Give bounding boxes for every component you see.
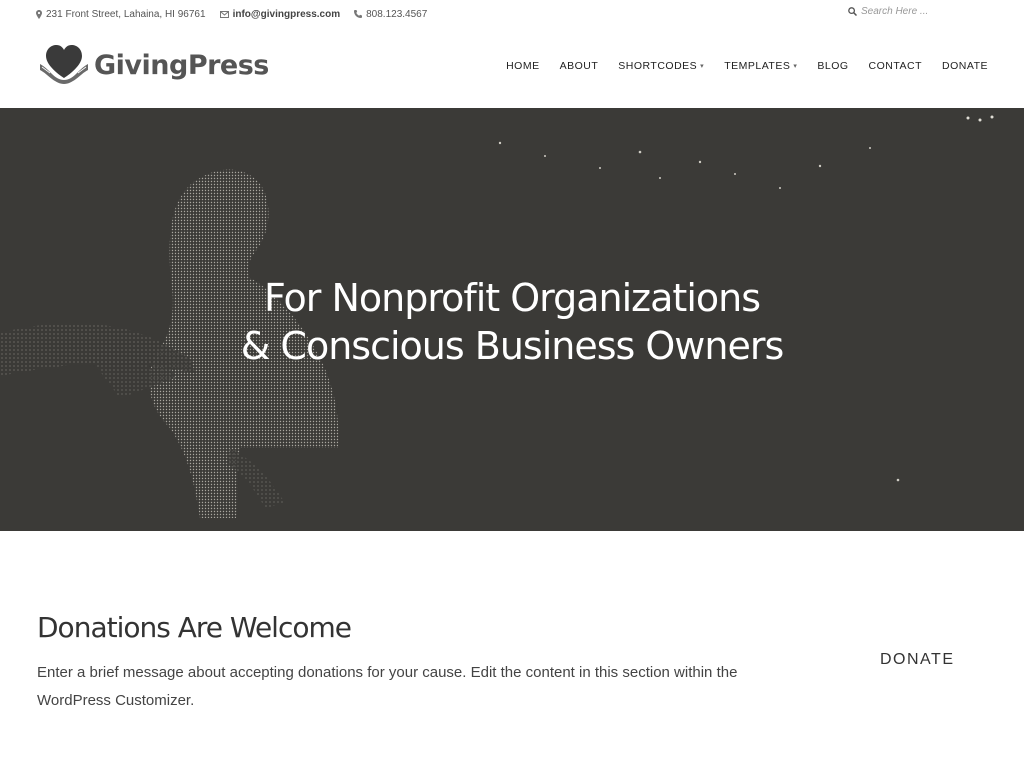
email-link[interactable]: info@givingpress.com xyxy=(233,9,341,20)
contact-info: 231 Front Street, Lahaina, HI 96761 info… xyxy=(36,9,441,20)
main-nav: HOME ABOUT SHORTCODES ▾ TEMPLATES ▾ BLOG… xyxy=(486,60,988,72)
nav-item-label: SHORTCODES xyxy=(618,60,698,72)
hero-title-line-2: & Conscious Business Owners xyxy=(240,324,785,368)
heart-hands-icon xyxy=(40,45,88,84)
search-icon[interactable] xyxy=(848,7,857,16)
email-item[interactable]: info@givingpress.com xyxy=(219,9,341,20)
donations-message: Enter a brief message about accepting do… xyxy=(37,664,738,709)
nav-item-label: BLOG xyxy=(817,60,849,72)
site-logo[interactable]: GivingPress xyxy=(38,44,269,86)
chevron-down-icon: ▾ xyxy=(793,63,798,70)
chevron-down-icon: ▾ xyxy=(700,63,705,70)
nav-item-home[interactable]: HOME xyxy=(506,60,540,72)
map-marker-icon xyxy=(36,9,42,19)
nav-item-donate[interactable]: DONATE xyxy=(942,60,988,72)
search-input[interactable] xyxy=(857,6,977,17)
donations-section: Donations Are Welcome Enter a brief mess… xyxy=(0,531,1024,768)
hero-title-line-1: For Nonprofit Organizations xyxy=(263,276,761,320)
site-header: GivingPress HOME ABOUT SHORTCODES ▾ TEMP… xyxy=(0,28,1024,108)
nav-item-shortcodes[interactable]: SHORTCODES ▾ xyxy=(618,60,704,72)
nav-item-templates[interactable]: TEMPLATES ▾ xyxy=(724,60,797,72)
address-item: 231 Front Street, Lahaina, HI 96761 xyxy=(36,9,206,20)
nav-item-blog[interactable]: BLOG xyxy=(817,60,848,72)
nav-item-contact[interactable]: CONTACT xyxy=(869,60,922,72)
hero-title: For Nonprofit Organizations & Conscious … xyxy=(0,274,1024,370)
phone-item: 808.123.4567 xyxy=(354,9,427,20)
envelope-icon xyxy=(219,10,229,18)
donate-button[interactable]: DONATE xyxy=(880,651,954,669)
hero-banner: For Nonprofit Organizations & Conscious … xyxy=(0,108,1024,531)
address-text: 231 Front Street, Lahaina, HI 96761 xyxy=(46,8,206,20)
nav-item-label: TEMPLATES xyxy=(724,60,791,72)
nav-item-about[interactable]: ABOUT xyxy=(560,60,599,72)
phone-icon xyxy=(354,10,363,18)
logo-text: GivingPress xyxy=(94,49,269,81)
phone-text: 808.123.4567 xyxy=(366,8,428,20)
search-box[interactable] xyxy=(848,6,977,17)
top-info-bar: 231 Front Street, Lahaina, HI 96761 info… xyxy=(0,0,1024,28)
donations-heading: Donations Are Welcome xyxy=(37,611,352,644)
nav-item-label: DONATE xyxy=(942,60,988,72)
nav-item-label: CONTACT xyxy=(868,60,923,72)
nav-item-label: ABOUT xyxy=(559,60,599,72)
nav-item-label: HOME xyxy=(506,60,540,72)
